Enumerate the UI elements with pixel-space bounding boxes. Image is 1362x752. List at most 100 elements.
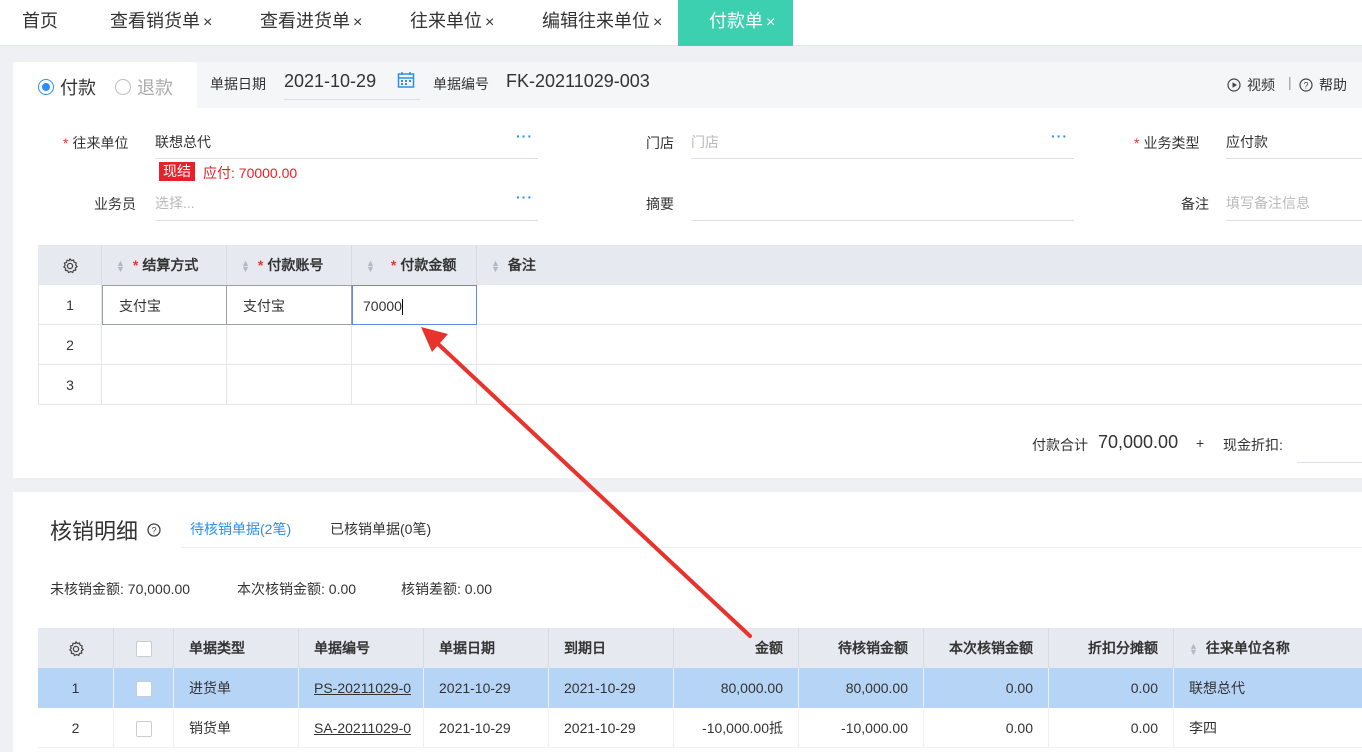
- total-label: 付款合计: [1032, 437, 1088, 453]
- biz-type-select[interactable]: 应付款: [1226, 132, 1268, 152]
- sort-icon[interactable]: ▲ ▼: [241, 259, 250, 274]
- settle-method-cell[interactable]: [102, 365, 227, 405]
- pay-account-cell[interactable]: [227, 325, 352, 365]
- col-pay-account[interactable]: ▲ ▼ * 付款账号: [227, 245, 352, 285]
- note-cell[interactable]: [477, 365, 1362, 405]
- payment-form-card: 付款 退款 单据日期 2021-10-29 单据编号 FK-20211029-0…: [13, 62, 1362, 478]
- col-doc-no[interactable]: 单据编号: [299, 628, 424, 668]
- store-label: 门店: [646, 135, 674, 151]
- col-note[interactable]: ▲ ▼ 备注: [477, 245, 1362, 285]
- sort-icon[interactable]: ▲ ▼: [1189, 642, 1198, 657]
- col-pay-amount[interactable]: ▲ ▼ * 付款金额: [352, 245, 477, 285]
- help-link[interactable]: ? 帮助: [1299, 75, 1347, 95]
- col-amount[interactable]: 金额: [674, 628, 799, 668]
- row-checkbox[interactable]: [135, 721, 152, 738]
- col-partner[interactable]: ▲ ▼ 往来单位名称: [1174, 628, 1362, 668]
- close-icon[interactable]: ×: [766, 14, 775, 31]
- tab-view-purchase[interactable]: 查看进货单 ×: [260, 0, 362, 46]
- gear-icon[interactable]: [67, 640, 85, 658]
- pay-amount-cell[interactable]: [352, 325, 477, 365]
- store-input[interactable]: 门店: [691, 132, 719, 152]
- help-icon: ?: [1299, 78, 1313, 92]
- close-icon[interactable]: ×: [203, 14, 212, 31]
- partner-more-icon[interactable]: ···: [516, 128, 533, 144]
- date-label: 单据日期: [210, 76, 266, 92]
- tab-edit-partner[interactable]: 编辑往来单位 ×: [542, 0, 662, 46]
- row-checkbox-cell: [114, 708, 174, 748]
- play-icon: [1227, 78, 1241, 92]
- note-cell[interactable]: [477, 325, 1362, 365]
- tab-view-sales[interactable]: 查看销货单 ×: [110, 0, 212, 46]
- store-more-icon[interactable]: ···: [1051, 128, 1068, 144]
- pay-account-cell[interactable]: 支付宝: [227, 285, 352, 325]
- remark-input[interactable]: 填写备注信息: [1226, 193, 1310, 213]
- date-underline: [284, 99, 420, 100]
- pay-account-cell[interactable]: [227, 365, 352, 405]
- row-number: 1: [38, 285, 102, 325]
- row-number: 3: [38, 365, 102, 405]
- tab-partners[interactable]: 往来单位 ×: [410, 0, 494, 46]
- this-time-cell[interactable]: 0.00: [924, 668, 1049, 708]
- radio-refund[interactable]: 退款: [115, 74, 173, 100]
- pay-amount-input[interactable]: 70000: [352, 285, 477, 325]
- col-discount[interactable]: 折扣分摊额: [1049, 628, 1174, 668]
- col-settle-method[interactable]: ▲ ▼ * 结算方式: [102, 245, 227, 285]
- settle-method-cell[interactable]: [102, 325, 227, 365]
- gear-icon[interactable]: [61, 257, 79, 275]
- note-cell[interactable]: [477, 285, 1362, 325]
- payable-text: 应付: 70000.00: [203, 165, 298, 181]
- video-link[interactable]: 视频: [1227, 75, 1275, 95]
- select-all-checkbox[interactable]: [135, 641, 152, 658]
- amount-cell: 80,000.00: [674, 668, 799, 708]
- col-doc-date[interactable]: 单据日期: [424, 628, 549, 668]
- calendar-icon[interactable]: [397, 71, 415, 89]
- date-input[interactable]: 2021-10-29: [284, 71, 376, 92]
- tab-payment[interactable]: 付款单 ×: [678, 0, 793, 46]
- pay-amount-cell[interactable]: [352, 365, 477, 405]
- sort-icon[interactable]: ▲ ▼: [366, 259, 375, 274]
- diff-amount: 核销差额: 0.00: [401, 581, 493, 597]
- verify-settings-cell[interactable]: [38, 628, 114, 668]
- pending-cell: -10,000.00: [799, 708, 924, 748]
- this-time-cell[interactable]: 0.00: [924, 708, 1049, 748]
- pay-type-switch: 付款 退款: [13, 62, 197, 108]
- unverified-amount: 未核销金额: 70,000.00: [50, 581, 191, 597]
- header-separator: |: [1288, 74, 1292, 90]
- close-icon[interactable]: ×: [653, 14, 662, 31]
- doc-no-link[interactable]: SA-20211029-0: [299, 708, 424, 748]
- this-time-amount: 本次核销金额: 0.00: [237, 581, 357, 597]
- svg-text:?: ?: [1303, 81, 1308, 91]
- row-number: 2: [38, 708, 114, 748]
- doc-date-cell: 2021-10-29: [424, 668, 549, 708]
- settle-method-cell[interactable]: 支付宝: [102, 285, 227, 325]
- row-checkbox[interactable]: [135, 681, 152, 698]
- staff-more-icon[interactable]: ···: [516, 189, 533, 205]
- close-icon[interactable]: ×: [353, 14, 362, 31]
- summary-input[interactable]: [691, 220, 1074, 221]
- row-checkbox-cell: [114, 668, 174, 708]
- discount-cell: 0.00: [1049, 708, 1174, 748]
- row-number: 1: [38, 668, 114, 708]
- partner-input[interactable]: 联想总代: [155, 132, 211, 152]
- help-icon[interactable]: ?: [147, 523, 161, 537]
- grid-settings-cell[interactable]: [38, 245, 102, 285]
- biz-type-underline: [1226, 158, 1362, 159]
- remark-label: 备注: [1181, 196, 1209, 212]
- row-number: 2: [38, 325, 102, 365]
- col-due-date[interactable]: 到期日: [549, 628, 674, 668]
- doc-no-link[interactable]: PS-20211029-0: [299, 668, 424, 708]
- doc-date-cell: 2021-10-29: [424, 708, 549, 748]
- discount-input[interactable]: [1297, 462, 1362, 463]
- partner-cell: 联想总代: [1189, 680, 1245, 696]
- col-pending[interactable]: 待核销金额: [799, 628, 924, 668]
- col-doc-type[interactable]: 单据类型: [174, 628, 299, 668]
- staff-input[interactable]: 选择...: [155, 193, 195, 213]
- close-icon[interactable]: ×: [485, 14, 494, 31]
- sort-icon[interactable]: ▲ ▼: [491, 259, 500, 274]
- tab-home[interactable]: 首页: [22, 0, 58, 46]
- radio-pay[interactable]: 付款: [38, 74, 96, 100]
- col-this-time[interactable]: 本次核销金额: [924, 628, 1049, 668]
- tab-done[interactable]: 已核销单据(0笔): [330, 519, 431, 539]
- sort-icon[interactable]: ▲ ▼: [116, 259, 125, 274]
- tab-pending[interactable]: 待核销单据(2笔): [190, 519, 291, 539]
